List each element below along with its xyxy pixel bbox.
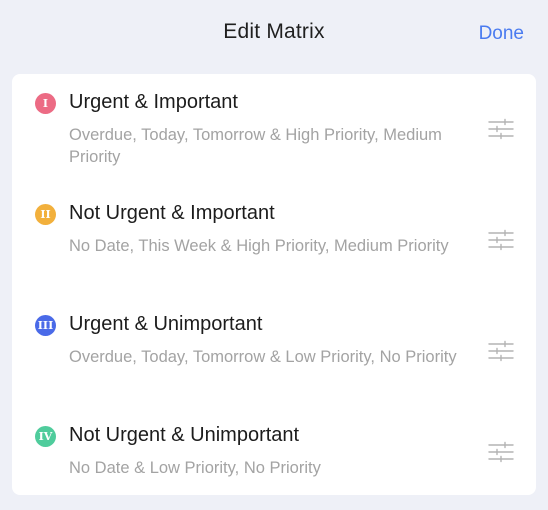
quadrant-title-3: Urgent & Unimportant [69,313,263,335]
quadrant-title-2: Not Urgent & Important [69,202,275,224]
quadrant-title-1: Urgent & Important [69,91,238,113]
quadrant-item-1[interactable]: I Urgent & Important Overdue, Today, Tom… [12,74,536,185]
quadrant-list: I Urgent & Important Overdue, Today, Tom… [12,74,536,495]
quadrant-description-1: Overdue, Today, Tomorrow & High Priority… [69,126,442,166]
sliders-icon[interactable] [488,441,514,463]
edit-matrix-sheet: Edit Matrix Done I Urgent & Important Ov… [0,0,548,510]
sliders-icon[interactable] [488,340,514,362]
quadrant-item-3[interactable]: III Urgent & Unimportant Overdue, Today,… [12,296,536,407]
done-button[interactable]: Done [479,23,524,45]
quadrant-badge-3: III [35,315,56,336]
sliders-icon[interactable] [488,118,514,140]
quadrant-badge-4: IV [35,426,56,447]
sliders-icon[interactable] [488,229,514,251]
quadrant-item-4[interactable]: IV Not Urgent & Unimportant No Date & Lo… [12,407,536,495]
quadrant-badge-2: II [35,204,56,225]
header: Edit Matrix Done [0,0,548,72]
quadrant-title-4: Not Urgent & Unimportant [69,424,300,446]
page-title: Edit Matrix [223,20,325,43]
quadrant-description-3: Overdue, Today, Tomorrow & Low Priority,… [69,348,457,366]
quadrant-item-2[interactable]: II Not Urgent & Important No Date, This … [12,185,536,296]
quadrant-badge-1: I [35,93,56,114]
quadrant-description-4: No Date & Low Priority, No Priority [69,459,321,477]
quadrant-description-2: No Date, This Week & High Priority, Medi… [69,237,449,255]
